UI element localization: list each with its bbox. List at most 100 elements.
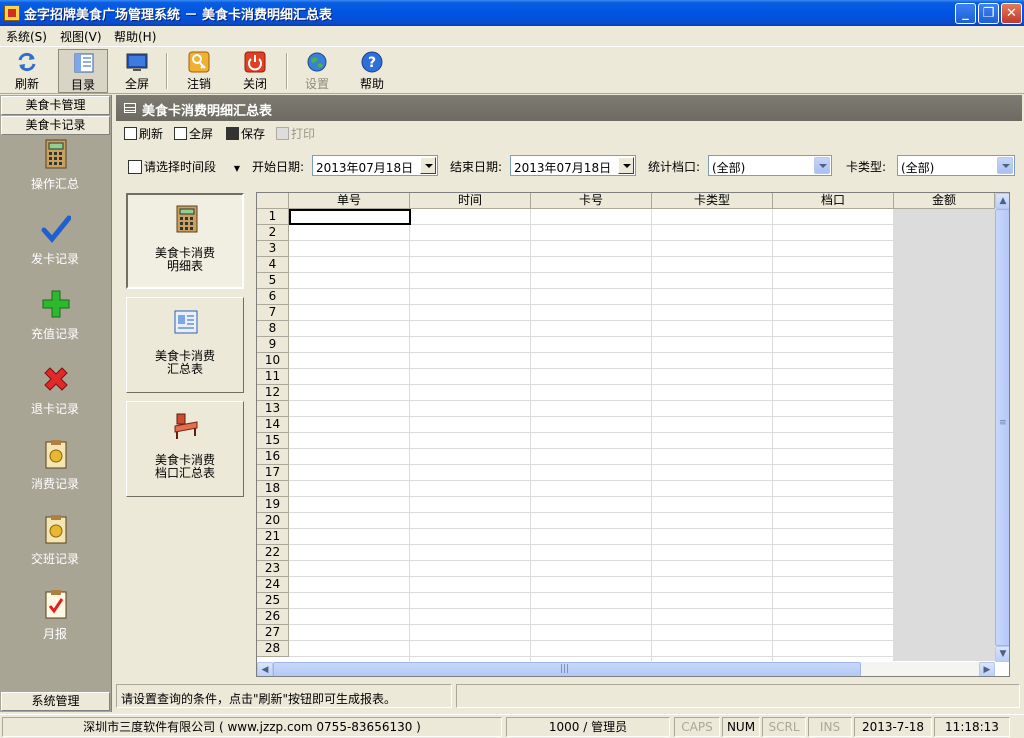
scroll-left-button[interactable]: ◀ — [257, 662, 273, 676]
row-header[interactable]: 23 — [257, 561, 289, 577]
row-header[interactable]: 1 — [257, 209, 289, 225]
nav-item-issue-records[interactable]: 发卡记录 — [0, 214, 110, 286]
row-header[interactable]: 15 — [257, 433, 289, 449]
row-header[interactable]: 14 — [257, 417, 289, 433]
end-date-picker[interactable]: 2013年07月18日 — [510, 155, 636, 176]
grid-row-line — [289, 304, 995, 305]
grid-column-line — [772, 209, 773, 661]
nav-item-monthly-report[interactable]: 月报 — [0, 589, 110, 661]
row-header[interactable]: 16 — [257, 449, 289, 465]
row-header[interactable]: 8 — [257, 321, 289, 337]
nav-section-card-management[interactable]: 美食卡管理 — [1, 96, 110, 115]
help-button[interactable]: ? 帮助 — [347, 49, 397, 93]
menu-view[interactable]: 视图(V) — [60, 28, 102, 45]
report-refresh-button[interactable]: 刷新 — [124, 125, 163, 142]
grid-column-line — [409, 209, 410, 661]
close-window-button[interactable]: ✕ — [1001, 3, 1022, 24]
title-bar[interactable]: 金字招牌美食广场管理系统 － 美食卡消费明细汇总表 _ ❐ ✕ — [0, 0, 1024, 26]
start-date-value: 2013年07月18日 — [316, 161, 414, 175]
active-cell[interactable] — [289, 209, 411, 225]
row-header[interactable]: 11 — [257, 369, 289, 385]
logout-button[interactable]: 注销 — [174, 49, 224, 93]
nav-item-consumption-records[interactable]: 消费记录 — [0, 439, 110, 511]
report-detail-button[interactable]: 美食卡消费 明细表 — [126, 193, 244, 289]
menu-help[interactable]: 帮助(H) — [114, 28, 156, 45]
maximize-button[interactable]: ❐ — [978, 3, 999, 24]
row-header[interactable]: 21 — [257, 529, 289, 545]
column-header[interactable]: 卡号 — [531, 193, 652, 209]
nav-section-system-management[interactable]: 系统管理 — [1, 692, 110, 711]
nav-item-refund-records[interactable]: 退卡记录 — [0, 364, 110, 436]
row-header[interactable]: 3 — [257, 241, 289, 257]
scroll-right-button[interactable]: ▶ — [979, 662, 995, 676]
column-header[interactable]: 卡类型 — [652, 193, 773, 209]
settings-button[interactable]: 设置 — [292, 49, 342, 93]
power-icon — [244, 51, 266, 73]
row-header[interactable]: 20 — [257, 513, 289, 529]
grid-corner[interactable] — [257, 193, 289, 209]
period-selector[interactable]: 请选择时间段 ▼ — [128, 158, 240, 175]
row-header[interactable]: 28 — [257, 641, 289, 657]
report-fullscreen-button[interactable]: 全屏 — [174, 125, 213, 142]
column-header[interactable]: 档口 — [773, 193, 894, 209]
stall-label: 统计档口: — [648, 160, 701, 174]
grid-row-line — [289, 288, 995, 289]
vertical-scrollbar[interactable]: ▲ ≡ ▼ — [995, 193, 1009, 662]
row-header[interactable]: 7 — [257, 305, 289, 321]
column-header[interactable]: 单号 — [289, 193, 410, 209]
stall-desk-icon — [174, 413, 198, 439]
row-header[interactable]: 4 — [257, 257, 289, 273]
card-type-select[interactable]: (全部) — [897, 155, 1015, 176]
chevron-down-icon[interactable] — [420, 157, 436, 174]
vertical-scroll-thumb[interactable]: ≡ — [995, 209, 1009, 646]
report-summary-button[interactable]: 美食卡消费 汇总表 — [126, 297, 244, 393]
period-dropdown-arrow-icon: ▼ — [233, 164, 240, 173]
grid-row-line — [289, 432, 995, 433]
window-title: 金字招牌美食广场管理系统 － 美食卡消费明细汇总表 — [24, 8, 333, 23]
row-header[interactable]: 12 — [257, 385, 289, 401]
report-grid[interactable]: 1 2 3 4 5 6 7 8 9 10 11 12 13 14 15 16 17 18 19 20 21 22 23 24 2… — [256, 192, 1010, 677]
horizontal-scrollbar[interactable]: ◀ ||| ▶ — [257, 662, 995, 676]
stall-select[interactable]: (全部) — [708, 155, 832, 176]
row-header[interactable]: 17 — [257, 465, 289, 481]
row-header[interactable]: 13 — [257, 401, 289, 417]
close-button[interactable]: 关闭 — [230, 49, 280, 93]
nav-item-shift-records[interactable]: 交班记录 — [0, 514, 110, 586]
report-stall-summary-button[interactable]: 美食卡消费 档口汇总表 — [126, 401, 244, 497]
row-header[interactable]: 18 — [257, 481, 289, 497]
row-header[interactable]: 22 — [257, 545, 289, 561]
chevron-down-icon[interactable] — [814, 157, 830, 174]
row-header[interactable]: 9 — [257, 337, 289, 353]
row-header[interactable]: 10 — [257, 353, 289, 369]
refresh-button[interactable]: 刷新 — [2, 49, 52, 93]
column-header[interactable]: 时间 — [410, 193, 531, 209]
row-header[interactable]: 25 — [257, 593, 289, 609]
menu-system[interactable]: 系统(S) — [6, 28, 47, 45]
directory-button[interactable]: 目录 — [58, 49, 108, 93]
scroll-down-button[interactable]: ▼ — [995, 646, 1009, 662]
minimize-button[interactable]: _ — [955, 3, 976, 24]
row-header[interactable]: 6 — [257, 289, 289, 305]
report-save-button[interactable]: 保存 — [226, 125, 265, 142]
nav-item-operation-summary[interactable]: 操作汇总 — [0, 139, 110, 211]
row-header[interactable]: 2 — [257, 225, 289, 241]
row-header[interactable]: 27 — [257, 625, 289, 641]
row-header[interactable]: 19 — [257, 497, 289, 513]
chevron-down-icon[interactable] — [618, 157, 634, 174]
column-header[interactable]: 金额 — [894, 193, 995, 209]
plus-icon — [42, 290, 70, 318]
help-label: 帮助 — [359, 77, 384, 91]
report-print-button[interactable]: 打印 — [276, 125, 315, 142]
nav-item-label: 操作汇总 — [30, 177, 79, 191]
start-date-picker[interactable]: 2013年07月18日 — [312, 155, 438, 176]
scroll-up-button[interactable]: ▲ — [995, 193, 1009, 209]
row-header[interactable]: 5 — [257, 273, 289, 289]
fullscreen-button[interactable]: 全屏 — [112, 49, 162, 93]
row-header[interactable]: 26 — [257, 609, 289, 625]
chevron-down-icon[interactable] — [997, 157, 1013, 174]
horizontal-scroll-thumb[interactable]: ||| — [273, 662, 861, 676]
nav-section-card-records[interactable]: 美食卡记录 — [1, 116, 110, 135]
app-icon[interactable] — [4, 5, 20, 21]
nav-item-recharge-records[interactable]: 充值记录 — [0, 289, 110, 361]
row-header[interactable]: 24 — [257, 577, 289, 593]
